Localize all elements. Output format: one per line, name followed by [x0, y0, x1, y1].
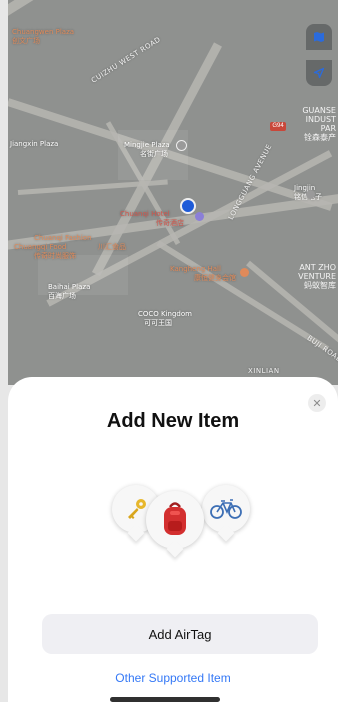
map-poi-label-sub: 传奇酒店 [156, 219, 184, 227]
map-poi-label: Jiangxin Plaza [10, 140, 59, 148]
map-poi-label: Chuanqi Hotel [120, 210, 170, 218]
map-view[interactable]: Chuangwen Plaza 创文广场 CUIZHU WEST ROAD Mi… [8, 0, 338, 385]
locate-button[interactable] [306, 60, 332, 86]
add-item-sheet: ✕ Add New Item Add AirTag Other Supporte… [8, 377, 338, 702]
poi-marker[interactable] [240, 268, 249, 277]
map-street-label: XINLIAN [248, 367, 280, 375]
map-poi-label-sub: 传奇时尚服饰 [34, 252, 76, 260]
map-poi-label: Chuanqi Fashion [34, 234, 92, 242]
district-label: GUANSE INDUST PAR 铨森泰产 [302, 106, 336, 142]
item-bubble-bicycle [202, 485, 250, 533]
sheet-title: Add New Item [106, 410, 240, 432]
map-poi-label-sub: 百海广场 [48, 292, 76, 300]
home-indicator[interactable] [110, 697, 220, 702]
bicycle-icon [210, 499, 242, 519]
map-street-label: CUIZHU WEST ROAD [89, 35, 163, 85]
map-poi-label-sub: 名街广场 [140, 150, 168, 158]
map-poi-label: COCO Kingdom [138, 310, 192, 318]
poi-marker[interactable] [195, 212, 204, 221]
map-road [156, 240, 330, 352]
map-poi-label: Mingjie Plaza [124, 141, 170, 149]
map-label-top-left-sub: 创文广场 [12, 37, 40, 45]
highway-badge: G94 [270, 122, 286, 131]
district-label: ANT ZHO VENTURE 蚂蚁智库 [298, 263, 336, 290]
map-poi-label-sub: 川汇食品 [98, 243, 126, 251]
map-poi-label-sub: 可可王国 [144, 319, 172, 327]
map-poi-label: Chuangqi Food [14, 243, 67, 251]
phone-screen: Chuangwen Plaza 创文广场 CUIZHU WEST ROAD Mi… [0, 0, 338, 702]
poi-marker[interactable] [306, 190, 315, 199]
item-bubble-backpack [146, 491, 204, 549]
backpack-icon [164, 502, 186, 535]
other-supported-item-link[interactable]: Other Supported Item [8, 671, 338, 685]
close-icon: ✕ [312, 396, 322, 410]
map-poi-label: Kangheng Hall [170, 265, 221, 273]
add-airtag-button[interactable]: Add AirTag [42, 614, 318, 654]
current-location-dot [180, 198, 196, 214]
map-icon [314, 32, 324, 42]
map-label-top-left: Chuangwen Plaza [12, 28, 75, 36]
map-poi-label-sub: 康恒健身会馆 [194, 274, 236, 282]
poi-marker[interactable] [176, 140, 187, 151]
map-poi-label: Baihai Plaza [48, 283, 91, 291]
map-mode-button[interactable] [306, 24, 332, 50]
location-arrow-icon [313, 67, 325, 79]
